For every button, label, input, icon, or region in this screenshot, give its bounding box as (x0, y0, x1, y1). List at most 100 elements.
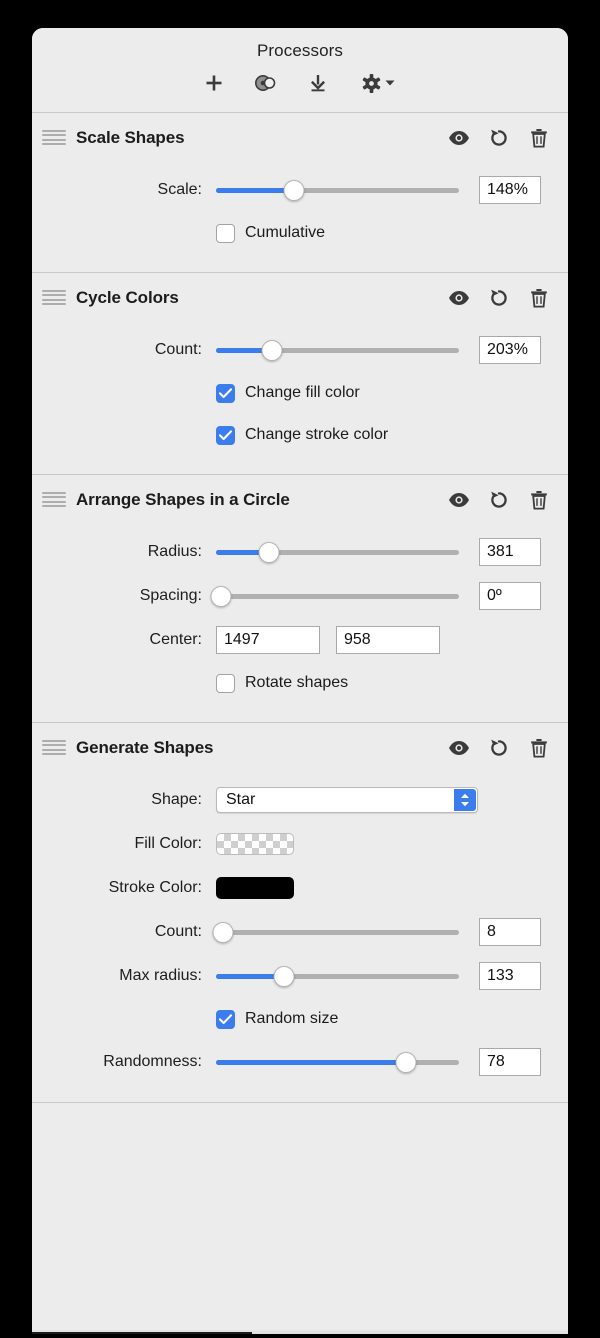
slider-thumb[interactable] (210, 585, 232, 607)
trash-icon (531, 128, 547, 147)
delete-button[interactable] (528, 287, 550, 309)
reset-icon (491, 289, 507, 306)
stepper-arrows-icon[interactable] (454, 789, 476, 811)
drag-handle-icon[interactable] (42, 288, 68, 308)
check-icon (219, 429, 232, 440)
slider-thumb[interactable] (261, 339, 283, 361)
download-icon (311, 75, 325, 92)
count-slider[interactable] (216, 339, 459, 361)
checkbox-label: Change fill color (245, 384, 360, 401)
control-label: Stroke Color: (108, 879, 202, 896)
section-header: Cycle Colors (32, 273, 568, 322)
slider-fill (216, 187, 294, 193)
drag-handle-icon[interactable] (42, 738, 68, 758)
change-fill-color-checkbox[interactable] (216, 383, 235, 403)
overlapping-circles-icon (255, 75, 276, 91)
section-header: Arrange Shapes in a Circle (32, 475, 568, 524)
spacing-slider[interactable] (210, 585, 459, 607)
randomness-slider[interactable] (216, 1051, 459, 1073)
shape-select[interactable]: Star (216, 787, 478, 813)
reset-button[interactable] (488, 489, 510, 511)
slider-track (216, 929, 459, 935)
control-row-spacing: Spacing: 0º (42, 574, 550, 618)
slider-thumb[interactable] (395, 1051, 417, 1073)
drag-handle-icon[interactable] (42, 490, 68, 510)
scale-value-field[interactable]: 148% (479, 176, 541, 204)
control-row-radius: Radius: 381 (42, 530, 550, 574)
control-label: Shape: (151, 791, 202, 808)
slider-thumb[interactable] (273, 965, 295, 987)
section-header: Generate Shapes (32, 723, 568, 772)
control-row-count: Count: 8 (42, 910, 550, 954)
check-icon (219, 387, 232, 398)
control-row-change-fill-color: Change fill color (42, 372, 550, 414)
rotate-shapes-checkbox[interactable] (216, 673, 235, 693)
download-button[interactable] (303, 69, 333, 97)
section-title: Scale Shapes (76, 127, 185, 147)
section-title: Generate Shapes (76, 737, 214, 757)
reset-button[interactable] (488, 127, 510, 149)
check-icon (219, 1013, 232, 1024)
spacing-value-field[interactable]: 0º (479, 582, 541, 610)
radius-value-field[interactable]: 381 (479, 538, 541, 566)
settings-menu-button[interactable] (355, 69, 401, 97)
delete-button[interactable] (528, 489, 550, 511)
fill-color-well[interactable] (216, 833, 294, 855)
count-slider[interactable] (212, 921, 459, 943)
control-label: Spacing: (139, 587, 202, 604)
reset-icon (491, 491, 507, 508)
control-label: Scale: (157, 181, 202, 198)
control-row-center: Center: 1497 958 (42, 618, 550, 662)
scale-slider[interactable] (216, 179, 459, 201)
toolbar (32, 69, 568, 97)
visibility-toggle-button[interactable] (448, 127, 470, 149)
add-processor-button[interactable] (199, 69, 229, 97)
control-row-max-radius: Max radius: 133 (42, 954, 550, 998)
max-radius-value-field[interactable]: 133 (479, 962, 541, 990)
randomness-value-field[interactable]: 78 (479, 1048, 541, 1076)
radius-slider[interactable] (216, 541, 459, 563)
visibility-toggle-button[interactable] (448, 737, 470, 759)
slider-track (216, 593, 459, 599)
slider-thumb[interactable] (283, 179, 305, 201)
change-stroke-color-checkbox[interactable] (216, 425, 235, 445)
visibility-toggle-button[interactable] (448, 489, 470, 511)
reset-icon (491, 129, 507, 146)
control-label: Randomness: (103, 1053, 202, 1070)
control-row-count: Count: 203% (42, 328, 550, 372)
section-actions (448, 489, 550, 511)
section-title: Cycle Colors (76, 287, 179, 307)
delete-button[interactable] (528, 127, 550, 149)
count-value-field[interactable]: 203% (479, 336, 541, 364)
control-label: Count: (154, 923, 202, 940)
stroke-color-well[interactable] (216, 877, 294, 899)
processor-section-cycle-colors: Cycle Colors Count: 203% Change fill col… (32, 273, 568, 475)
reset-button[interactable] (488, 287, 510, 309)
shape-select-value: Star (226, 791, 256, 808)
control-label: Center: (149, 631, 202, 648)
processors-panel-window: Processors Scale Shapes Scale: 148% Cumu… (32, 28, 568, 1334)
center-y-field[interactable]: 958 (336, 626, 440, 654)
slider-thumb[interactable] (212, 921, 234, 943)
section-actions (448, 287, 550, 309)
cumulative-checkbox[interactable] (216, 223, 235, 243)
count-value-field[interactable]: 8 (479, 918, 541, 946)
drag-handle-icon[interactable] (42, 128, 68, 148)
control-row-randomness: Randomness: 78 (42, 1040, 550, 1084)
control-row-rotate-shapes: Rotate shapes (42, 662, 550, 704)
section-actions (448, 737, 550, 759)
titlebar: Processors (32, 28, 568, 113)
checkbox-label: Cumulative (245, 224, 326, 241)
window-bottom-marker (32, 1332, 252, 1334)
delete-button[interactable] (528, 737, 550, 759)
merge-shapes-button[interactable] (251, 69, 281, 97)
center-x-field[interactable]: 1497 (216, 626, 320, 654)
slider-thumb[interactable] (258, 541, 280, 563)
page-title: Processors (256, 41, 344, 60)
visibility-toggle-button[interactable] (448, 287, 470, 309)
reset-button[interactable] (488, 737, 510, 759)
reset-icon (491, 739, 507, 756)
max-radius-slider[interactable] (216, 965, 459, 987)
random-size-checkbox[interactable] (216, 1009, 235, 1029)
processor-section-scale-shapes: Scale Shapes Scale: 148% Cumulative (32, 113, 568, 273)
